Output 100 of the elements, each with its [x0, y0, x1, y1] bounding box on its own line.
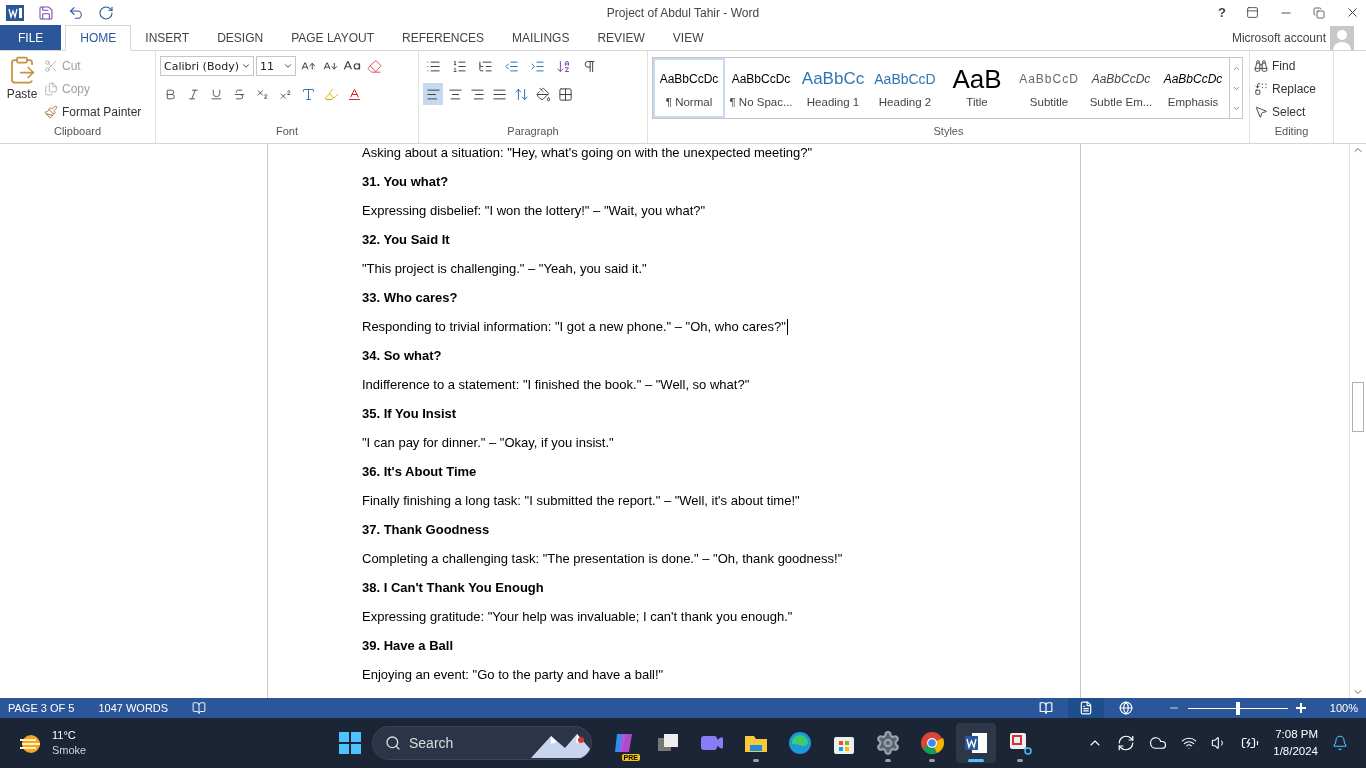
weather-widget[interactable]: 11°C Smoke: [0, 728, 338, 758]
align-right-icon: [469, 86, 485, 102]
body-text: "This project is challenging." – "Yeah, you said it.": [362, 260, 648, 277]
ribbon-tab[interactable]: DESIGN: [203, 25, 278, 50]
snipping-icon: [1007, 730, 1033, 756]
strikethrough-icon[interactable]: [232, 87, 246, 101]
bell-icon[interactable]: [1332, 735, 1348, 751]
eraser-icon[interactable]: [366, 58, 382, 74]
close-icon[interactable]: [1345, 5, 1360, 20]
subscript-icon[interactable]: [255, 87, 269, 101]
increase-indent-icon[interactable]: [529, 58, 545, 74]
body-text: Finally finishing a long task: "I submitted the report." – "Well, it's about time!": [362, 492, 801, 509]
group-label: Editing: [1273, 125, 1310, 139]
text-effects-icon[interactable]: [300, 86, 316, 102]
body-text: "I can pay for dinner." – "Okay, if you insist.": [362, 434, 615, 451]
style-item[interactable]: AaBbCc Heading 1: [797, 58, 869, 118]
taskbar-search[interactable]: Search: [372, 726, 592, 760]
underline-icon[interactable]: [209, 87, 223, 101]
wifi-icon[interactable]: [1181, 735, 1198, 751]
search-icon: [385, 735, 401, 751]
pointer-icon: [1254, 104, 1268, 119]
caret-icon[interactable]: [241, 61, 251, 71]
zoom-in-icon[interactable]: [1295, 702, 1306, 714]
undo-icon[interactable]: [68, 4, 84, 21]
sort-icon[interactable]: [555, 58, 571, 74]
heading-text: 39. Have a Ball: [362, 637, 455, 654]
paintbrush-icon: [44, 104, 58, 119]
borders-icon[interactable]: [557, 86, 573, 102]
ribbon-display-icon[interactable]: [1246, 6, 1259, 19]
multilevel-list-icon[interactable]: [477, 58, 493, 74]
font-color-icon[interactable]: [346, 86, 362, 102]
binoculars-icon: [1254, 58, 1268, 73]
save-icon[interactable]: [38, 4, 54, 21]
ribbon-tab[interactable]: REFERENCES: [388, 25, 499, 50]
group-label: Paragraph: [506, 125, 560, 139]
ribbon-tab[interactable]: PAGE LAYOUT: [277, 25, 389, 50]
font-size-field[interactable]: 11: [256, 56, 296, 76]
line-spacing-icon[interactable]: [513, 86, 529, 102]
word-icon: [963, 730, 989, 756]
style-item[interactable]: AaBbCcDc Emphasis: [1157, 58, 1229, 118]
numbering-icon[interactable]: [451, 58, 467, 74]
body-text: Expressing gratitude: "Your help was invaluable; I can't thank you enough.": [362, 608, 794, 625]
read-mode-icon: [1038, 701, 1053, 715]
window-title: Project of Abdul Tahir - Word: [606, 6, 760, 20]
style-item[interactable]: AaBbCcDc ¶ Normal: [653, 58, 725, 118]
group-label: Clipboard: [52, 125, 103, 139]
account-menu[interactable]: Microsoft account: [1231, 30, 1326, 45]
redo-icon[interactable]: [98, 4, 114, 21]
font-name-field[interactable]: Calibri (Body): [160, 56, 254, 76]
body-text: Indifference to a statement: "I finished the book." – "Well, so what?": [362, 376, 751, 393]
print-layout-icon: [1078, 701, 1093, 715]
ribbon-tab[interactable]: VIEW: [658, 25, 718, 50]
editing-button[interactable]: Replace: [1254, 78, 1317, 99]
taskbar-app[interactable]: [956, 723, 996, 763]
scroll-thumb[interactable]: [1352, 382, 1364, 432]
align-center-icon: [447, 86, 463, 102]
ribbon-tab[interactable]: MAILINGS: [498, 25, 584, 50]
ribbon-tab[interactable]: INSERT: [131, 25, 204, 50]
print-layout-button[interactable]: [1067, 698, 1104, 718]
clock[interactable]: 7:08 PM 1/8/2024: [1273, 726, 1318, 760]
web-layout-icon: [1118, 701, 1133, 715]
align-left-icon: [425, 86, 441, 102]
style-item[interactable]: AaBbCcDc ¶ No Spac...: [725, 58, 797, 118]
editing-button[interactable]: Select: [1254, 101, 1317, 122]
editing-button[interactable]: Find: [1254, 55, 1317, 76]
heading-text: 34. So what?: [362, 347, 443, 364]
page-count[interactable]: PAGE 3 OF 5: [8, 702, 75, 714]
word-logo-icon: [6, 4, 24, 21]
file-tab[interactable]: FILE: [0, 25, 62, 50]
replace-icon: [1254, 81, 1268, 96]
group-label: Font: [275, 125, 299, 139]
paste-button[interactable]: Paste: [4, 55, 40, 125]
gear-icon: [875, 730, 901, 756]
style-item[interactable]: AaBbCcD Subtitle: [1013, 58, 1085, 118]
body-text: Responding to trivial information: "I got a new phone." – "Oh, who cares?": [362, 318, 789, 335]
ribbon-tab[interactable]: REVIEW: [583, 25, 659, 50]
italic-icon[interactable]: [186, 87, 200, 101]
ribbon-tab[interactable]: HOME: [65, 25, 132, 51]
superscript-icon[interactable]: [278, 87, 292, 101]
help-button[interactable]: ?: [1218, 5, 1226, 20]
start-icon[interactable]: [338, 731, 362, 755]
style-item[interactable]: AaB Title: [941, 58, 1013, 118]
bullets-icon[interactable]: [425, 58, 441, 74]
decrease-indent-icon[interactable]: [503, 58, 519, 74]
cloud-icon[interactable]: [1149, 734, 1168, 752]
restore-icon[interactable]: [1313, 6, 1325, 19]
heading-text: 38. I Can't Thank You Enough: [362, 579, 545, 596]
word-count[interactable]: 1047 WORDS: [98, 702, 169, 714]
style-item[interactable]: AaBbCcD Heading 2: [869, 58, 941, 118]
style-item[interactable]: AaBbCcDc Subtle Em...: [1085, 58, 1157, 118]
paint-bucket-icon[interactable]: [535, 86, 551, 102]
zoom-level[interactable]: 100%: [1329, 702, 1358, 714]
pilcrow-icon[interactable]: [581, 58, 597, 74]
heading-text: 35. If You Insist: [362, 405, 458, 422]
sync-icon[interactable]: [1117, 734, 1136, 752]
search-placeholder: Search: [409, 735, 454, 751]
justify-icon: [491, 86, 507, 102]
proofing-icon[interactable]: [192, 701, 207, 715]
clipboard-button[interactable]: Format Painter: [44, 101, 142, 122]
caret-icon[interactable]: [283, 61, 293, 71]
